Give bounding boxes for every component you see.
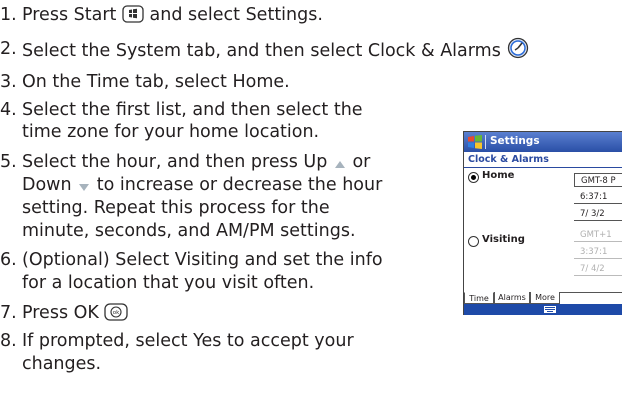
- step-number: 4.: [0, 100, 17, 120]
- visiting-date-field[interactable]: 7/ 4/2: [574, 262, 622, 276]
- step-text: time zone for your home location.: [22, 122, 320, 142]
- keyboard-icon[interactable]: [543, 305, 557, 314]
- step-number: 8.: [0, 331, 17, 351]
- app-title: Settings: [490, 135, 540, 147]
- step-text: Press OK: [22, 303, 99, 323]
- step-number: 6.: [0, 250, 17, 270]
- visiting-label: Visiting: [482, 234, 525, 245]
- step-number: 7.: [0, 303, 17, 323]
- ok-button-icon: ok: [104, 303, 129, 321]
- step-text: or: [352, 152, 371, 172]
- step-text: minute, seconds, and AM/PM settings.: [22, 221, 356, 241]
- step-text: and select Settings.: [149, 5, 323, 25]
- home-timezone-select[interactable]: GMT-8 P: [574, 173, 622, 187]
- down-arrow-icon: [79, 184, 90, 191]
- command-bar: [464, 304, 622, 315]
- tab-alarms[interactable]: Alarms: [494, 292, 530, 304]
- step-number: 1.: [0, 5, 17, 25]
- step-number: 2.: [0, 39, 17, 59]
- step-text: Select the first list, and then select t…: [22, 100, 363, 120]
- home-date-field[interactable]: 7/ 3/2: [574, 207, 622, 221]
- home-label: Home: [482, 170, 515, 181]
- step-text: Select the hour, and then press Up: [22, 152, 328, 172]
- windows-start-icon: [122, 5, 144, 23]
- step-text: If prompted, select Yes to accept your: [22, 331, 354, 351]
- device-screenshot: Settings Clock & Alarms Home GMT-8 P 6:3…: [463, 131, 622, 315]
- home-time-field[interactable]: 6:37:1: [574, 190, 622, 204]
- svg-text:ok: ok: [113, 310, 120, 316]
- step-text: (Optional) Select Visiting and set the i…: [22, 250, 383, 270]
- step-text: On the Time tab, select Home.: [22, 72, 290, 92]
- visiting-radio[interactable]: [468, 236, 479, 247]
- step-text: Down: [22, 175, 72, 195]
- step-text: Press Start: [22, 5, 117, 25]
- visiting-time-field[interactable]: 3:37:1: [574, 245, 622, 259]
- tab-time[interactable]: Time: [464, 292, 494, 304]
- page-heading: Clock & Alarms: [464, 152, 622, 168]
- step-text: for a location that you visit often.: [22, 273, 315, 293]
- title-separator: [485, 135, 486, 149]
- step-text: changes.: [22, 354, 102, 374]
- clock-alarms-icon: [508, 37, 529, 59]
- step-number: 3.: [0, 72, 17, 92]
- up-arrow-icon: [334, 161, 345, 168]
- step-text: Select the System tab, and then select C…: [22, 41, 501, 61]
- home-radio[interactable]: [468, 172, 479, 183]
- visiting-timezone-select[interactable]: GMT+1: [574, 228, 622, 242]
- title-bar: Settings: [464, 132, 622, 152]
- step-text: setting. Repeat this process for the: [22, 198, 330, 218]
- step-number: 5.: [0, 152, 17, 172]
- windows-logo-icon[interactable]: [467, 135, 483, 149]
- step-text: to increase or decrease the hour: [96, 175, 383, 195]
- tab-more[interactable]: More: [530, 292, 560, 304]
